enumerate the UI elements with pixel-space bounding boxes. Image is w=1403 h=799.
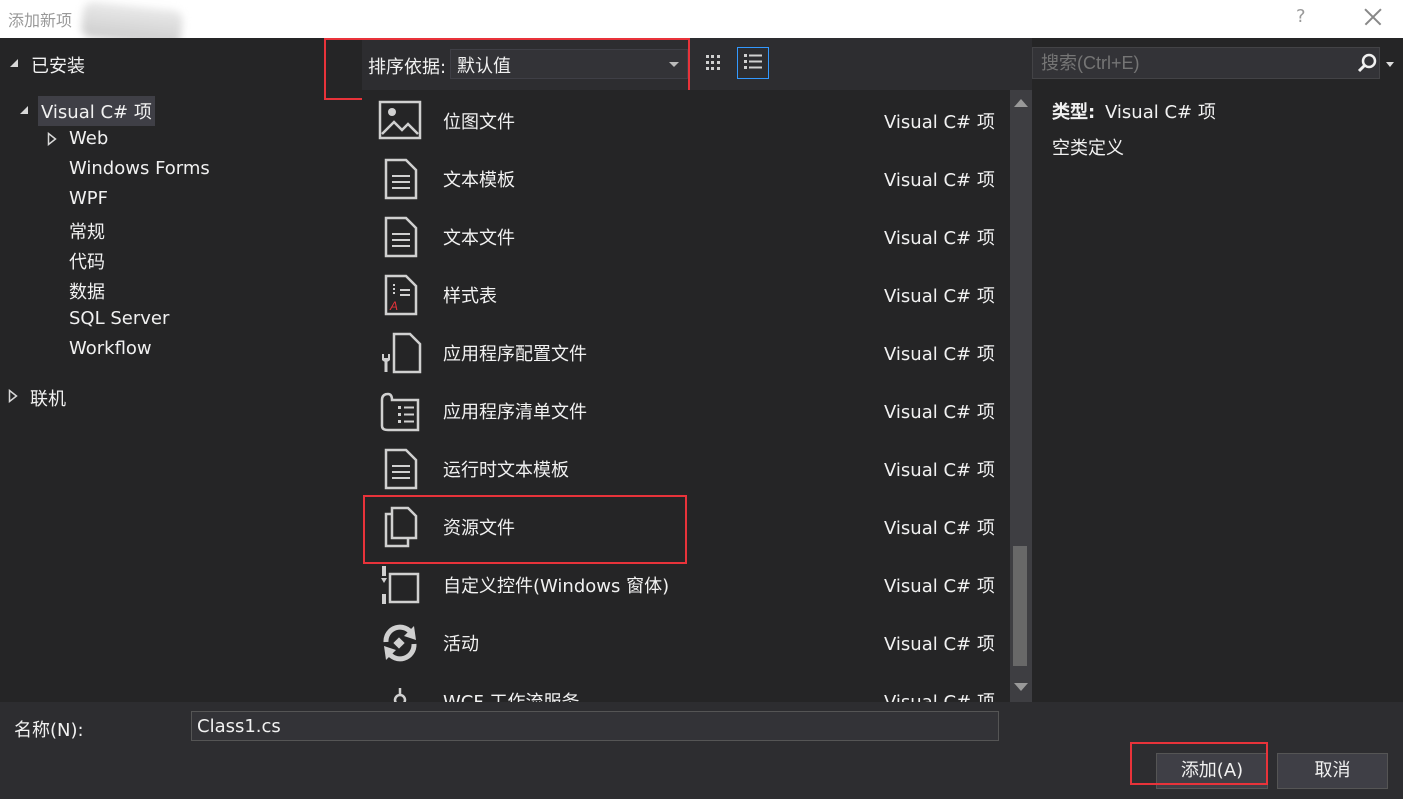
- scroll-up-arrow-icon[interactable]: [1014, 99, 1028, 107]
- list-item-name: 位图文件: [443, 112, 515, 133]
- highlight-resource-file-box: [363, 495, 687, 564]
- list-item-type: Visual C# 项: [884, 518, 995, 539]
- expand-web-icon[interactable]: [47, 132, 57, 146]
- list-item-type: Visual C# 项: [884, 170, 995, 191]
- tree-node-windows-forms[interactable]: Windows Forms: [69, 158, 210, 179]
- list-item-name: WCF 工作流服务: [443, 688, 579, 702]
- tree-node-sql-server[interactable]: SQL Server: [69, 308, 169, 329]
- scroll-down-arrow-icon[interactable]: [1014, 683, 1028, 691]
- tree-node-workflow[interactable]: Workflow: [69, 338, 152, 359]
- close-icon[interactable]: [1360, 4, 1386, 30]
- name-input[interactable]: [191, 711, 999, 741]
- list-item-app-config[interactable]: 应用程序配置文件 Visual C# 项: [362, 322, 1010, 380]
- wcf-workflow-icon: [393, 688, 407, 702]
- list-item-name: 文本模板: [443, 170, 515, 191]
- config-file-icon: [382, 332, 422, 374]
- small-icons-view-button[interactable]: [700, 48, 732, 80]
- tree-node-installed[interactable]: 已安装: [31, 52, 85, 78]
- list-item-text-file[interactable]: 文本文件 Visual C# 项: [362, 206, 1010, 264]
- bitmap-icon: [378, 100, 422, 140]
- list-item-type: Visual C# 项: [884, 402, 995, 423]
- tree-node-web[interactable]: Web: [69, 128, 108, 149]
- tree-node-visual-csharp[interactable]: Visual C# 项: [38, 96, 155, 126]
- list-view-button[interactable]: [737, 47, 769, 79]
- tree-node-code[interactable]: 代码: [69, 248, 105, 274]
- list-item-type: Visual C# 项: [884, 634, 995, 655]
- list-item-name: 运行时文本模板: [443, 460, 569, 481]
- search-options-caret-icon[interactable]: [1386, 62, 1394, 67]
- highlight-add-box: [1130, 742, 1268, 785]
- list-item-activity[interactable]: 活动 Visual C# 项: [362, 612, 1010, 670]
- list-item-bitmap[interactable]: 位图文件 Visual C# 项: [362, 90, 1010, 148]
- custom-control-icon: [381, 566, 420, 604]
- title-bar: 添加新项 ?: [0, 0, 1403, 48]
- list-item-name: 活动: [443, 634, 479, 655]
- list-item-name: 自定义控件(Windows 窗体): [443, 576, 670, 597]
- tree-node-general[interactable]: 常规: [69, 218, 105, 244]
- list-view-icon: [744, 54, 762, 69]
- document-icon: [384, 448, 418, 490]
- collapse-visual-csharp-icon[interactable]: [18, 104, 30, 116]
- svg-text:A: A: [389, 299, 398, 313]
- list-item-app-manifest[interactable]: 应用程序清单文件 Visual C# 项: [362, 380, 1010, 438]
- expand-online-icon[interactable]: [8, 389, 18, 403]
- list-item-name: 应用程序清单文件: [443, 402, 587, 423]
- help-button[interactable]: ?: [1296, 6, 1306, 27]
- list-item-name: 样式表: [443, 286, 497, 307]
- tree-node-data[interactable]: 数据: [69, 278, 105, 304]
- detail-description: 空类定义: [1052, 138, 1124, 159]
- collapse-installed-icon[interactable]: [8, 57, 20, 69]
- stylesheet-icon: A: [384, 274, 418, 316]
- activity-icon: [383, 624, 417, 662]
- document-icon: [384, 158, 418, 200]
- grid-view-icon: [706, 55, 720, 70]
- window-title: 添加新项: [8, 11, 73, 30]
- list-item-type: Visual C# 项: [884, 228, 995, 249]
- manifest-icon: [380, 392, 420, 432]
- cancel-button[interactable]: 取消: [1277, 753, 1388, 789]
- list-item-name: 文本文件: [443, 228, 515, 249]
- list-item-runtime-text-template[interactable]: 运行时文本模板 Visual C# 项: [362, 438, 1010, 496]
- list-item-type: Visual C# 项: [884, 344, 995, 365]
- detail-type-value: Visual C# 项: [1105, 102, 1216, 123]
- list-item-name: 应用程序配置文件: [443, 344, 587, 365]
- list-item-text-template[interactable]: 文本模板 Visual C# 项: [362, 148, 1010, 206]
- scrollbar-thumb[interactable]: [1013, 546, 1027, 666]
- search-icon[interactable]: [1356, 52, 1378, 74]
- name-label: 名称(N):: [14, 720, 84, 741]
- tree-node-online[interactable]: 联机: [30, 385, 66, 411]
- list-item-wcf-workflow[interactable]: WCF 工作流服务 Visual C# 项: [362, 670, 1010, 702]
- search-input[interactable]: [1032, 47, 1380, 79]
- tree-node-wpf[interactable]: WPF: [69, 188, 108, 209]
- document-icon: [384, 216, 418, 258]
- list-item-type: Visual C# 项: [884, 112, 995, 133]
- detail-type-label: 类型:: [1052, 102, 1096, 123]
- list-item-type: Visual C# 项: [884, 688, 995, 702]
- list-item-type: Visual C# 项: [884, 286, 995, 307]
- list-item-type: Visual C# 项: [884, 460, 995, 481]
- list-item-type: Visual C# 项: [884, 576, 995, 597]
- list-item-stylesheet[interactable]: A 样式表 Visual C# 项: [362, 264, 1010, 322]
